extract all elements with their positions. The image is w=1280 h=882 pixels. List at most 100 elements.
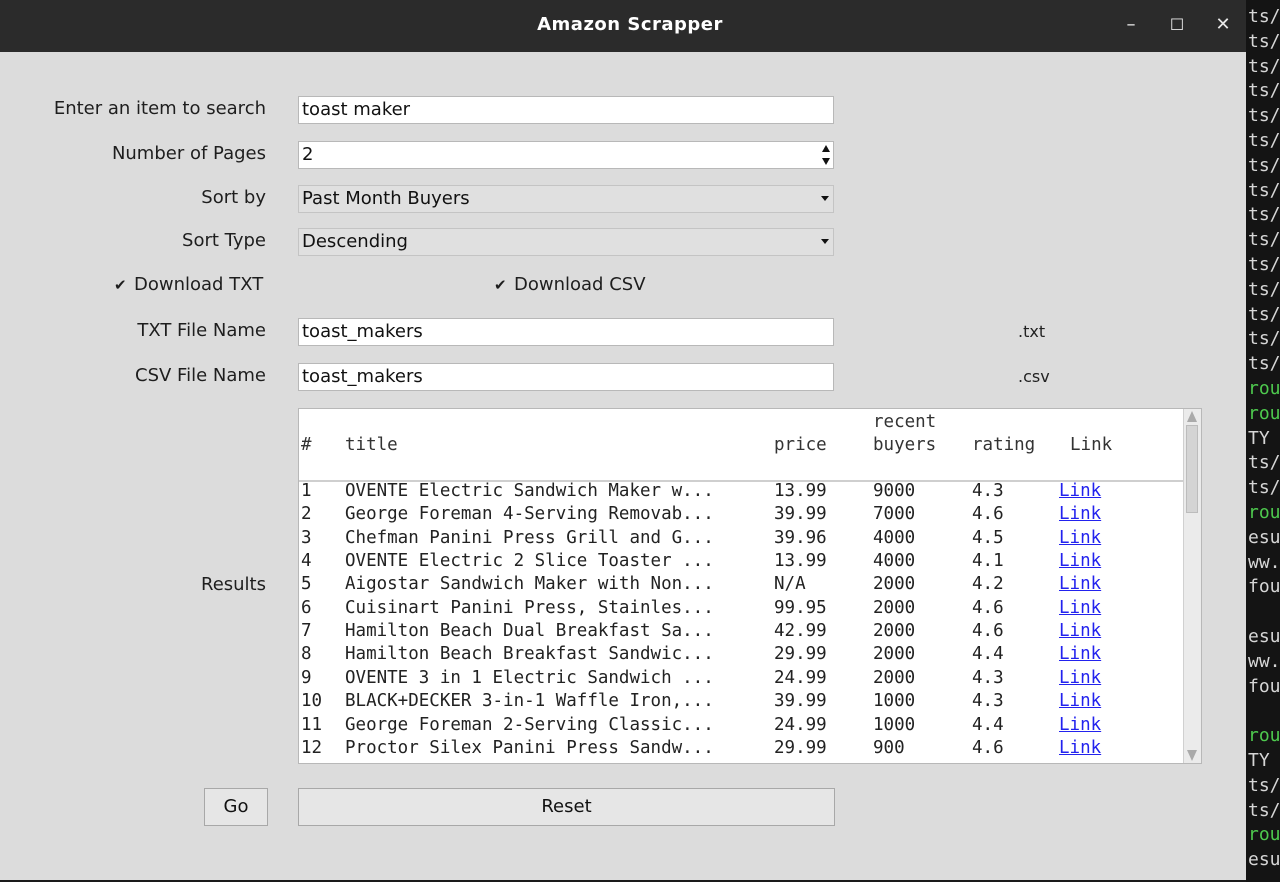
cell-price: 13.99 [774,551,827,572]
scroll-down-arrow-icon[interactable] [1187,750,1197,761]
csv-name-input[interactable]: toast_makers [298,363,834,391]
download-csv-checkbox[interactable]: ✔ Download CSV [494,274,646,295]
cell-buyers: 2000 [873,574,916,595]
checkmark-icon[interactable]: ✔ [114,276,128,294]
column-header-price[interactable]: price [774,435,827,455]
cell-rating: 4.6 [972,621,1004,642]
table-row[interactable]: 9 OVENTE 3 in 1 Electric Sandwich ... 24.9… [299,668,1179,691]
terminal-line: esu [1248,526,1280,548]
terminal-line: esu [1248,626,1280,647]
column-header-link[interactable]: Link [1070,435,1112,455]
vertical-scrollbar[interactable] [1183,409,1201,763]
txt-name-input[interactable]: toast_makers [298,318,834,346]
table-row[interactable]: 6 Cuisinart Panini Press, Stainles... 99.9… [299,598,1179,621]
sortby-select[interactable]: Past Month Buyers [298,185,834,213]
terminal-line: ts/ [1248,254,1280,275]
cell-buyers: 2000 [873,597,916,618]
cell-link[interactable]: Link [1059,621,1101,641]
cell-link[interactable]: Link [1059,715,1101,735]
terminal-line: ts/ [1248,179,1280,201]
cell-link[interactable]: Link [1059,504,1101,524]
pages-spinbox[interactable]: 2 [298,141,834,169]
cell-link[interactable]: Link [1059,738,1101,758]
cell-title: George Foreman 2-Serving Classic... [345,714,714,735]
terminal-line: esu [1248,849,1280,871]
column-header-buyers-line2[interactable]: buyers [873,435,936,455]
cell-link[interactable]: Link [1059,574,1101,594]
sorttype-select[interactable]: Descending [298,228,834,256]
cell-num: 7 [301,621,312,642]
spin-up-icon[interactable] [822,145,830,152]
cell-title: Cuisinart Panini Press, Stainles... [345,597,714,618]
cell-title: Proctor Silex Panini Press Sandw... [345,737,714,758]
column-header-num[interactable]: # [301,435,312,455]
terminal-line: ts/ [1248,105,1280,127]
terminal-line: rou [1248,725,1280,747]
cell-rating: 4.4 [972,714,1004,735]
table-row[interactable]: 12 Proctor Silex Panini Press Sandw... 29.… [299,738,1179,761]
cell-title: OVENTE 3 in 1 Electric Sandwich ... [345,667,714,688]
terminal-line: TY [1248,750,1270,771]
dropdown-arrow-icon[interactable] [821,196,829,201]
terminal-line: ts/ [1248,799,1280,821]
cell-rating: 4.2 [972,574,1004,595]
scroll-up-arrow-icon[interactable] [1187,411,1197,422]
terminal-line: ts/ [1248,477,1280,499]
cell-price: 29.99 [774,737,827,758]
table-row[interactable]: 8 Hamilton Beach Breakfast Sandwic... 29.9… [299,644,1179,667]
table-row[interactable]: 7 Hamilton Beach Dual Breakfast Sa... 42.9… [299,621,1179,644]
pages-label: Number of Pages [111,143,266,164]
table-row[interactable]: 3 Chefman Panini Press Grill and G... 39.9… [299,528,1179,551]
maximize-button[interactable]: ☐ [1164,12,1190,38]
cell-price: 29.99 [774,644,827,665]
cell-buyers: 4000 [873,527,916,548]
checkmark-icon[interactable]: ✔ [494,276,508,294]
cell-title: Chefman Panini Press Grill and G... [345,527,714,548]
app-window: Amazon Scrapper – ☐ ✕ Enter an item to s… [0,0,1246,880]
table-row[interactable]: 2 George Foreman 4-Serving Removab... 39.9… [299,504,1179,527]
table-row[interactable]: 5 Aigostar Sandwich Maker with Non... N/A 2… [299,574,1179,597]
cell-link[interactable]: Link [1059,644,1101,664]
terminal-line: TY [1248,427,1270,449]
column-header-title[interactable]: title [345,435,398,455]
table-row[interactable]: 10 BLACK+DECKER 3-in-1 Waffle Iron,... 39.… [299,691,1179,714]
cell-link[interactable]: Link [1059,668,1101,688]
dropdown-arrow-icon[interactable] [821,239,829,244]
table-row[interactable]: 11 George Foreman 2-Serving Classic... 24.… [299,715,1179,738]
results-table[interactable]: # title price recent buyers rating Link … [298,408,1202,764]
cell-link[interactable]: Link [1059,551,1101,571]
cell-num: 6 [301,597,312,618]
spin-down-icon[interactable] [822,158,830,165]
column-header-buyers-line1[interactable]: recent [873,412,936,432]
search-input[interactable]: toast maker [298,96,834,124]
cell-num: 12 [301,737,323,758]
cell-num: 2 [301,504,312,525]
cell-buyers: 9000 [873,481,916,501]
txt-name-label: TXT File Name [137,320,266,341]
cell-buyers: 1000 [873,691,916,712]
terminal-line: ts/ [1248,774,1280,796]
cell-price: 13.99 [774,481,827,501]
terminal-line: ts/ [1248,55,1280,77]
table-row[interactable]: 1 OVENTE Electric Sandwich Maker w... 13.9… [299,481,1179,504]
terminal-line: ts/ [1248,353,1280,375]
scroll-thumb[interactable] [1186,425,1198,513]
cell-buyers: 7000 [873,504,916,525]
close-button[interactable]: ✕ [1210,12,1236,38]
table-row[interactable]: 4 OVENTE Electric 2 Slice Toaster ... 13.9… [299,551,1179,574]
minimize-button[interactable]: – [1118,12,1144,38]
cell-link[interactable]: Link [1059,528,1101,548]
cell-num: 10 [301,691,323,712]
cell-price: 24.99 [774,667,827,688]
go-button[interactable]: Go [204,788,268,826]
cell-link[interactable]: Link [1059,598,1101,618]
cell-link[interactable]: Link [1059,691,1101,711]
column-header-rating[interactable]: rating [972,435,1035,455]
reset-button[interactable]: Reset [298,788,835,826]
cell-rating: 4.5 [972,527,1004,548]
title-bar[interactable]: Amazon Scrapper – ☐ ✕ [0,0,1246,52]
download-txt-checkbox[interactable]: ✔ Download TXT [114,274,263,295]
cell-price: 39.99 [774,504,827,525]
cell-link[interactable]: Link [1059,481,1101,501]
cell-price: N/A [774,574,806,595]
